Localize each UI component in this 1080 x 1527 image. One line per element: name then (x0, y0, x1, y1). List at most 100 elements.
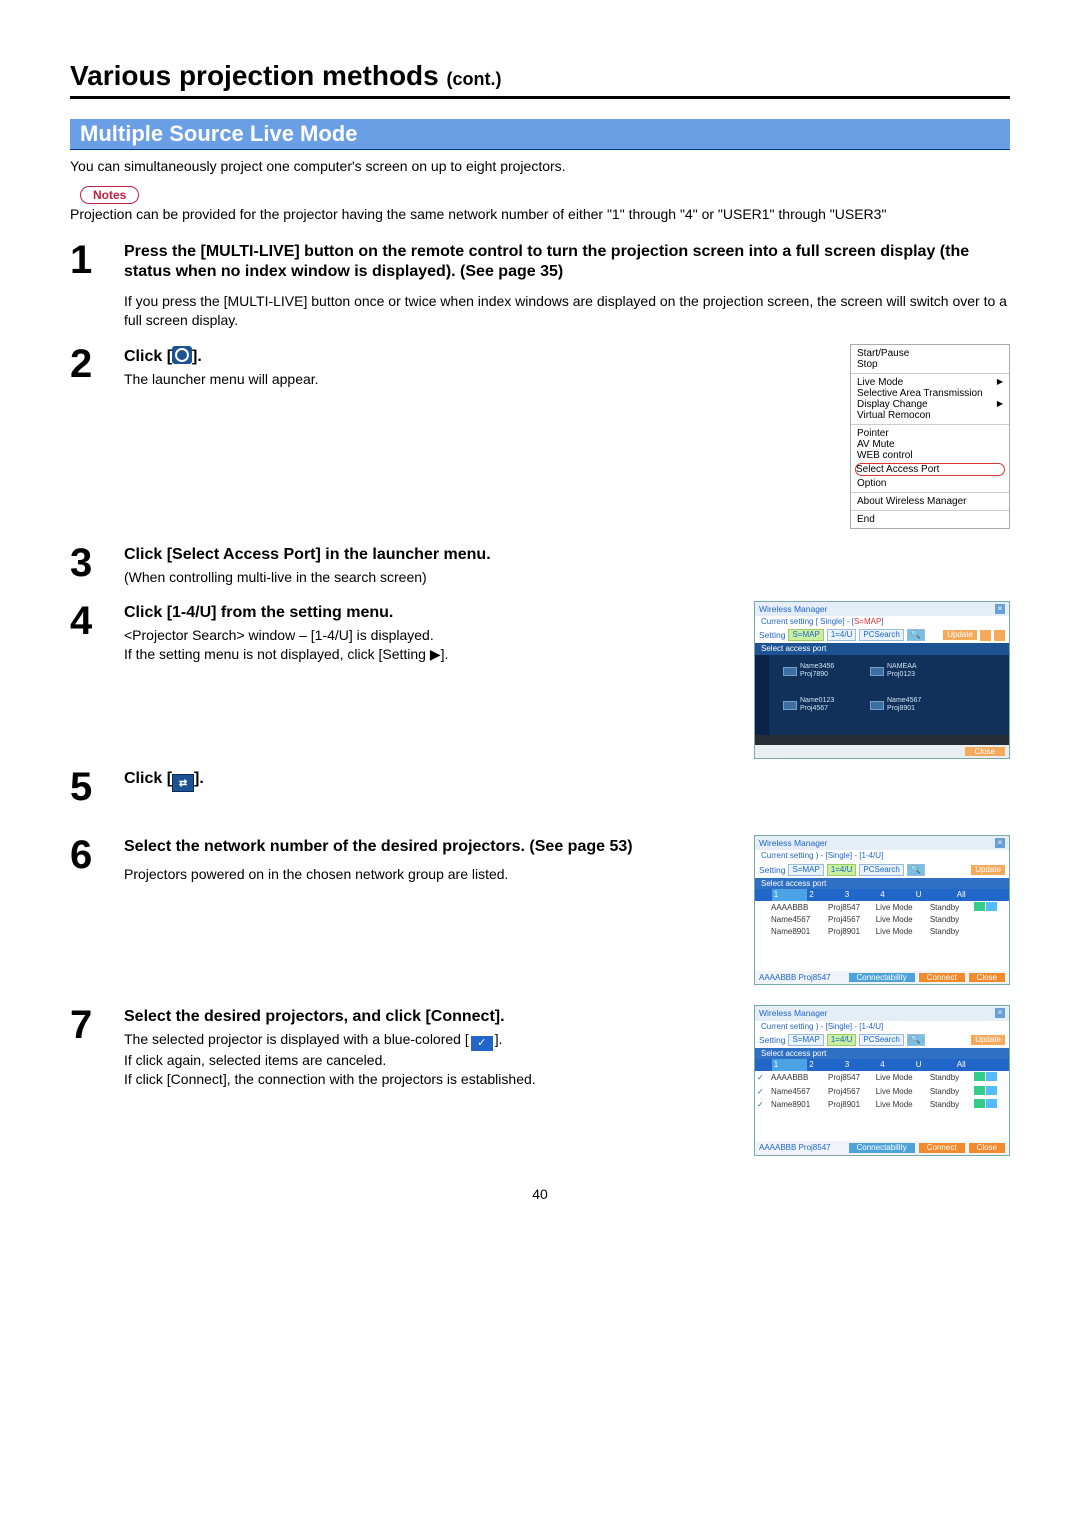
step-6: 6 Select the network number of the desir… (70, 835, 1010, 985)
window-title: Wireless Manager (759, 838, 828, 848)
step-number: 6 (70, 835, 120, 875)
step-body: Select the network number of the desired… (124, 835, 732, 884)
network-tab[interactable]: 3 (843, 1059, 878, 1071)
network-tab[interactable]: 3 (843, 889, 878, 901)
menu-item[interactable]: WEB control (857, 450, 1003, 461)
step-body: Click [⇄]. (124, 767, 1010, 792)
row-actions[interactable] (972, 901, 1009, 915)
window-footer: AAAABBB Proj8547 Connectability Connect … (755, 971, 1009, 985)
window-subtitle: Current setting ) - [Single] - [1-4/U] (755, 850, 1009, 862)
launcher-icon (172, 346, 192, 364)
close-icon[interactable]: × (995, 1008, 1005, 1018)
heading-suffix: ]. (192, 348, 202, 365)
network-tab[interactable]: U (914, 889, 955, 901)
pcsearch-button[interactable]: PCSearch (859, 629, 903, 641)
connect-button[interactable]: Connect (919, 973, 965, 983)
row-actions[interactable] (972, 1085, 1009, 1099)
projector-list: AAAABBBProj8547Live ModeStandby Name4567… (755, 901, 1009, 971)
network-tab[interactable]: 1 (772, 1059, 807, 1071)
menu-item[interactable]: Virtual Remocon (857, 410, 1003, 421)
step-detail: The launcher menu will appear. (124, 370, 742, 389)
menu-item[interactable]: AV Mute (857, 439, 1003, 450)
step-number: 7 (70, 1005, 120, 1045)
menu-item-highlighted[interactable]: Select Access Port (855, 463, 1005, 476)
close-icon[interactable]: × (995, 604, 1005, 614)
window-titlebar: Wireless Manager × (755, 602, 1009, 616)
smap-button[interactable]: S=MAP (788, 864, 823, 876)
scrollbar[interactable] (755, 735, 1009, 745)
map-sidebar (755, 655, 769, 735)
setting-button[interactable]: Setting (759, 630, 785, 640)
network-tabs: 1 2 3 4 U All (755, 889, 1009, 901)
toolbar-icon[interactable] (980, 630, 991, 641)
menu-item[interactable]: About Wireless Manager (857, 496, 1003, 507)
network-tab[interactable]: 4 (878, 1059, 913, 1071)
menu-item[interactable]: Stop (857, 359, 1003, 370)
projector-icon[interactable]: NAMEAAProj0123 (870, 663, 917, 680)
menu-item[interactable]: Start/Pause (857, 348, 1003, 359)
projector-row[interactable]: Name4567Proj4567Live ModeStandby (755, 914, 1009, 926)
menu-item[interactable]: Option (857, 478, 1003, 489)
step-detail: If you press the [MULTI-LIVE] button onc… (124, 292, 1010, 330)
pcsearch-button[interactable]: PCSearch (859, 1034, 903, 1046)
projector-row[interactable]: Name8901Proj8901Live ModeStandby (755, 926, 1009, 938)
window-titlebar: Wireless Manager × (755, 836, 1009, 850)
projector-row-selected[interactable]: ✓ AAAABBBProj8547Live ModeStandby (755, 1071, 1009, 1085)
connectability-button[interactable]: Connectability (849, 1143, 915, 1153)
submenu-arrow-icon: ▶ (997, 377, 1003, 388)
range-button[interactable]: 1=4/U (827, 1034, 857, 1046)
window-titlebar: Wireless Manager × (755, 1006, 1009, 1020)
close-button[interactable]: Close (965, 747, 1005, 757)
check-icon: ✓ (755, 1085, 769, 1099)
setting-button[interactable]: Setting (759, 865, 785, 875)
range-button[interactable]: 1=4/U (827, 864, 857, 876)
close-button[interactable]: Close (969, 973, 1005, 983)
toolbar-icon[interactable] (994, 630, 1005, 641)
page-content: Various projection methods (cont.) Multi… (0, 0, 1080, 1242)
update-button[interactable]: Update (943, 630, 977, 640)
row-actions[interactable] (972, 1098, 1009, 1112)
step-detail: <Projector Search> window – [1-4/U] is d… (124, 626, 732, 664)
update-button[interactable]: Update (971, 865, 1005, 875)
submenu-arrow-icon: ▶ (997, 399, 1003, 410)
close-button[interactable]: Close (969, 1143, 1005, 1153)
menu-item[interactable]: Selective Area Transmission (857, 388, 1003, 399)
projector-icon[interactable]: Name0123Proj4567 (783, 697, 834, 714)
network-tab[interactable]: 1 (772, 889, 807, 901)
setting-button[interactable]: Setting (759, 1035, 785, 1045)
magnify-icon[interactable]: 🔍 (907, 864, 925, 876)
network-tab[interactable]: U (914, 1059, 955, 1071)
magnify-icon[interactable]: 🔍 (907, 1034, 925, 1046)
projector-icon[interactable]: Name3456Proj7890 (783, 663, 834, 680)
smap-button[interactable]: S=MAP (788, 1034, 823, 1046)
network-tab[interactable]: 2 (807, 889, 842, 901)
magnify-icon[interactable]: 🔍 (907, 629, 925, 641)
check-icon: ✓ (755, 1071, 769, 1085)
network-tab[interactable]: 4 (878, 889, 913, 901)
projector-row-selected[interactable]: ✓ Name8901Proj8901Live ModeStandby (755, 1098, 1009, 1112)
step-heading: Press the [MULTI-LIVE] button on the rem… (124, 242, 1010, 282)
connect-button[interactable]: Connect (919, 1143, 965, 1153)
step-4: 4 Click [1-4/U] from the setting menu. <… (70, 601, 1010, 760)
projector-icon[interactable]: Name4567Proj8901 (870, 697, 921, 714)
menu-item[interactable]: Pointer (857, 428, 1003, 439)
range-button[interactable]: 1=4/U (827, 629, 857, 641)
row-actions[interactable] (972, 1071, 1009, 1085)
menu-item[interactable]: Live Mode▶ (857, 377, 1003, 388)
window-subtitle: Current setting ) - [Single] - [1-4/U] (755, 1021, 1009, 1033)
network-tab[interactable]: 2 (807, 1059, 842, 1071)
select-access-port-bar: Select access port (755, 878, 1009, 890)
pcsearch-button[interactable]: PCSearch (859, 864, 903, 876)
menu-item[interactable]: Display Change▶ (857, 399, 1003, 410)
update-button[interactable]: Update (971, 1035, 1005, 1045)
projector-row[interactable]: AAAABBBProj8547Live ModeStandby (755, 901, 1009, 915)
menu-item[interactable]: End (857, 514, 1003, 525)
page-title: Various projection methods (cont.) (70, 60, 1010, 92)
network-tab[interactable]: All (955, 889, 1009, 901)
connectability-button[interactable]: Connectability (849, 973, 915, 983)
projector-row-selected[interactable]: ✓ Name4567Proj4567Live ModeStandby (755, 1085, 1009, 1099)
close-icon[interactable]: × (995, 838, 1005, 848)
network-tab[interactable]: All (955, 1059, 1009, 1071)
smap-button[interactable]: S=MAP (788, 629, 823, 641)
heading-prefix: Click [ (124, 770, 172, 787)
